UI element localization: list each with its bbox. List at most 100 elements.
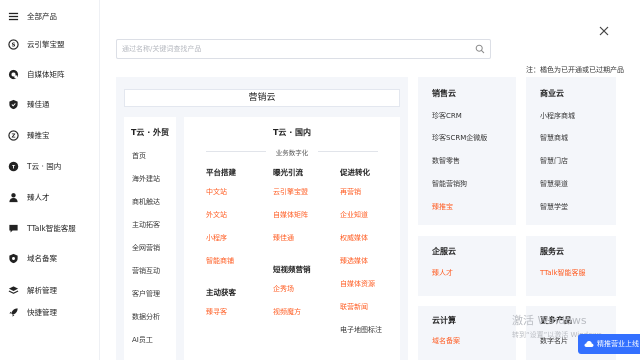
product-link[interactable]: 外文站 (206, 210, 227, 220)
enterprise-cloud-card: 企服云 臻人才 (418, 236, 516, 296)
enterprise-cloud-title: 企服云 (432, 247, 456, 256)
cloud-icon (584, 339, 594, 349)
svg-text:S: S (12, 42, 16, 48)
product-link[interactable]: 云引擎宝盟 (273, 187, 308, 197)
sidebar: 全部产品 S 云引擎宝盟 自媒体矩阵 臻佳通 Z 臻推宝 T T云 · 国内 臻… (0, 0, 100, 360)
waimao-item[interactable]: 全网营销 (132, 243, 160, 253)
service-cloud-title: 服务云 (540, 247, 564, 256)
product-link[interactable]: 智能营销狗 (432, 179, 467, 189)
product-link[interactable]: 企秀场 (273, 284, 294, 294)
tcloud-waimao-title: T云 · 外贸 (130, 128, 170, 137)
product-link[interactable]: TTalk智能客服 (540, 268, 586, 278)
svg-text:Z: Z (12, 133, 16, 139)
product-link[interactable]: 数智零售 (432, 156, 460, 166)
sidebar-item-label: 自媒体矩阵 (27, 69, 65, 79)
sidebar-item-tcloud-domestic[interactable]: T T云 · 国内 (0, 156, 100, 176)
product-link[interactable]: 臻寻客 (206, 307, 227, 317)
sidebar-item-label: 域名备案 (27, 253, 57, 263)
sidebar-item-media-matrix[interactable]: 自媒体矩阵 (0, 64, 100, 84)
short-video-heading: 短视频营销 (273, 265, 311, 274)
waimao-item[interactable]: AI员工 (132, 335, 153, 345)
search-icon[interactable] (475, 44, 485, 54)
search-box (116, 39, 491, 59)
waimao-item[interactable]: 客户管理 (132, 289, 160, 299)
product-link[interactable]: 小程序商城 (540, 111, 575, 121)
waimao-item[interactable]: 首页 (132, 151, 146, 161)
sales-cloud-title: 销售云 (432, 89, 456, 98)
product-link[interactable]: 电子地图标注 (340, 325, 382, 335)
active-acquisition-heading: 主动获客 (206, 288, 236, 297)
sidebar-item-domain-filing[interactable]: 域名备案 (0, 248, 100, 268)
divider (318, 151, 378, 152)
sidebar-item-quick-management[interactable]: 快捷管理 (0, 302, 100, 322)
conversion-heading: 促进转化 (340, 168, 370, 177)
business-digitization-subtitle: 业务数字化 (275, 149, 309, 157)
floating-button-label: 精推营业上线 (597, 340, 639, 348)
product-link[interactable]: 再营销 (340, 187, 361, 197)
sidebar-item-label: 臻推宝 (27, 130, 50, 140)
tcloud-guonei-column: T云 · 国内 业务数字化 平台搭建 中文站 外文站 小程序 智能商铺 主动获客… (184, 117, 400, 360)
tcloud-guonei-title: T云 · 国内 (272, 128, 312, 137)
commerce-cloud-title: 商业云 (540, 89, 564, 98)
sidebar-item-zhentuibao[interactable]: Z 臻推宝 (0, 125, 100, 145)
rocket-icon (8, 307, 19, 318)
product-link[interactable]: 珍客CRM (432, 111, 462, 121)
sidebar-item-label: 云引擎宝盟 (27, 39, 65, 49)
product-link[interactable]: 自媒体资源 (340, 279, 375, 289)
sidebar-item-label: 快捷管理 (27, 307, 57, 317)
product-link[interactable]: 小程序 (206, 233, 227, 243)
product-link[interactable]: 联营新闻 (340, 302, 368, 312)
marketing-cloud-panel: 营销云 T云 · 外贸 首页 海外建站 商机触达 主动拓客 全网营销 营销互动 … (116, 77, 408, 360)
product-link[interactable]: 臻选媒体 (340, 256, 368, 266)
product-link[interactable]: 自媒体矩阵 (273, 210, 308, 220)
sidebar-item-label: TTalk智能客服 (27, 223, 76, 233)
sidebar-item-zhenjiatong[interactable]: 臻佳通 (0, 94, 100, 114)
product-link[interactable]: 智能商铺 (206, 256, 234, 266)
product-link[interactable]: 域名备案 (432, 336, 460, 346)
product-link[interactable]: 智慧门店 (540, 156, 568, 166)
product-link[interactable]: 权威媒体 (340, 233, 368, 243)
sidebar-item-label: 全部产品 (27, 11, 57, 21)
product-link[interactable]: 智慧商城 (540, 133, 568, 143)
waimao-item[interactable]: 主动拓客 (132, 220, 160, 230)
sales-cloud-card: 销售云 珍客CRM 珍客SCRM企微版 数智零售 智能营销狗 臻推宝 (418, 77, 516, 225)
commerce-cloud-card: 商业云 小程序商城 智慧商城 智慧门店 智慧渠道 智慧学堂 (526, 77, 616, 225)
search-input[interactable] (117, 40, 457, 58)
product-link[interactable]: 中文站 (206, 187, 227, 197)
product-link[interactable]: 珍客SCRM企微版 (432, 133, 487, 143)
exposure-heading: 曝光引流 (273, 168, 303, 177)
layers-icon (8, 285, 19, 296)
sidebar-item-label: T云 · 国内 (27, 161, 62, 171)
sidebar-item-label: 臻人才 (27, 192, 50, 202)
product-link[interactable]: 臻人才 (432, 268, 453, 278)
waimao-item[interactable]: 海外建站 (132, 174, 160, 184)
close-icon[interactable] (597, 24, 611, 38)
cloud-engine-icon: S (8, 38, 19, 50)
media-matrix-icon (8, 69, 19, 80)
product-link[interactable]: 智慧学堂 (540, 202, 568, 212)
platform-build-heading: 平台搭建 (206, 168, 236, 177)
product-link[interactable]: 企业知道 (340, 210, 368, 220)
sidebar-item-zhenrencai[interactable]: 臻人才 (0, 187, 100, 207)
service-cloud-card: 服务云 TTalk智能客服 (526, 236, 616, 296)
sidebar-item-ttalk[interactable]: TTalk智能客服 (0, 218, 100, 238)
chat-icon (8, 223, 19, 234)
product-link[interactable]: 臻佳通 (273, 233, 294, 243)
product-link[interactable]: 智慧渠道 (540, 179, 568, 189)
waimao-item[interactable]: 商机触达 (132, 197, 160, 207)
tcloud-waimao-column: T云 · 外贸 首页 海外建站 商机触达 主动拓客 全网营销 营销互动 客户管理… (124, 117, 176, 360)
compute-cloud-title: 云计算 (432, 316, 456, 325)
product-link[interactable]: 视频魔方 (273, 307, 301, 317)
sidebar-item-cloud-engine[interactable]: S 云引擎宝盟 (0, 34, 100, 54)
waimao-item[interactable]: 数据分析 (132, 312, 160, 322)
windows-activation-watermark: 激活 Windows (512, 314, 587, 327)
sidebar-item-dns-management[interactable]: 解析管理 (0, 280, 100, 300)
tcloud-icon: T (8, 161, 19, 172)
waimao-item[interactable]: 营销互动 (132, 266, 160, 276)
floating-promo-button[interactable]: 精推营业上线 (578, 334, 640, 354)
product-link[interactable]: 臻推宝 (432, 202, 453, 212)
sidebar-item-label: 臻佳通 (27, 99, 50, 109)
treasure-icon: Z (8, 129, 19, 141)
sidebar-item-all-products[interactable]: 全部产品 (0, 6, 100, 26)
sidebar-item-label: 解析管理 (27, 285, 57, 295)
